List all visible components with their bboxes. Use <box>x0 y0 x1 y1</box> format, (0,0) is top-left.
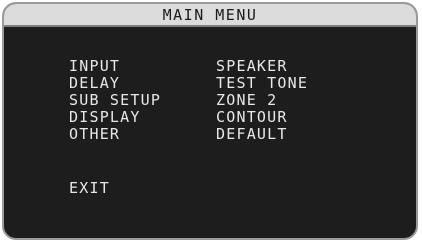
menu-item-display[interactable]: DISPLAY <box>69 109 161 126</box>
menu-item-exit[interactable]: EXIT <box>69 180 110 197</box>
menu-column-left: INPUT DELAY SUB SETUP DISPLAY OTHER <box>69 58 161 143</box>
menu-item-delay[interactable]: DELAY <box>69 75 161 92</box>
menu-item-default[interactable]: DEFAULT <box>216 126 308 143</box>
menu-item-speaker[interactable]: SPEAKER <box>216 58 308 75</box>
menu-item-test-tone[interactable]: TEST TONE <box>216 75 308 92</box>
menu-item-sub-setup[interactable]: SUB SETUP <box>69 92 161 109</box>
menu-item-input[interactable]: INPUT <box>69 58 161 75</box>
menu-column-right: SPEAKER TEST TONE ZONE 2 CONTOUR DEFAULT <box>216 58 308 143</box>
menu-item-contour[interactable]: CONTOUR <box>216 109 308 126</box>
title-bar: MAIN MENU <box>4 4 416 27</box>
osd-screen: MAIN MENU INPUT DELAY SUB SETUP DISPLAY … <box>2 2 418 240</box>
menu-title: MAIN MENU <box>162 6 258 24</box>
menu-item-other[interactable]: OTHER <box>69 126 161 143</box>
menu-item-zone-2[interactable]: ZONE 2 <box>216 92 308 109</box>
